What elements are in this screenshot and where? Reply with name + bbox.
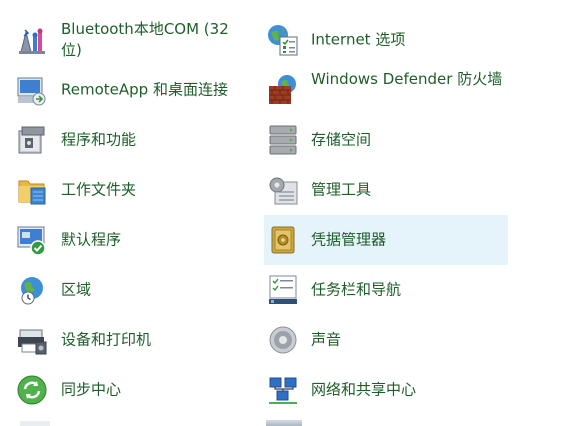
credential-manager-icon (267, 224, 299, 256)
item-sync-center[interactable]: 同步中心 (0, 365, 250, 415)
item-administrative-tools[interactable]: 管理工具 (264, 165, 508, 215)
region-icon (16, 274, 48, 306)
item-label: Windows Defender 防火墙 (311, 70, 503, 88)
item-label: 同步中心 (61, 380, 122, 399)
item-label: 默认程序 (61, 230, 122, 249)
item-label: 设备和打印机 (61, 330, 152, 349)
item-work-folders[interactable]: 工作文件夹 (0, 165, 250, 215)
sound-icon (267, 324, 299, 356)
partial-next-item-icon (266, 420, 302, 426)
item-internet-options[interactable]: Internet 选项 (264, 15, 508, 65)
admin-tools-icon (267, 174, 299, 206)
work-folders-icon (16, 174, 48, 206)
control-panel-items: Bluetooth本地COM (32位) Internet 选项 RemoteA… (0, 0, 586, 426)
item-label: 工作文件夹 (61, 180, 137, 199)
firewall-icon (267, 74, 299, 106)
bluetooth-com-icon (16, 24, 48, 56)
item-sound[interactable]: 声音 (264, 315, 508, 365)
item-label: 程序和功能 (61, 130, 137, 149)
item-default-programs[interactable]: 默认程序 (0, 215, 250, 265)
taskbar-icon (267, 274, 299, 306)
item-label: 区域 (61, 280, 92, 299)
item-windows-defender-firewall[interactable]: Windows Defender 防火墙 (264, 65, 508, 115)
storage-spaces-icon (267, 124, 299, 156)
partial-next-item-icon-left (20, 421, 50, 426)
item-devices-and-printers[interactable]: 设备和打印机 (0, 315, 250, 365)
remoteapp-icon (16, 74, 48, 106)
default-programs-icon (16, 224, 48, 256)
network-sharing-icon (267, 374, 299, 406)
item-label: 任务栏和导航 (311, 280, 402, 299)
item-label: RemoteApp 和桌面连接 (61, 80, 228, 99)
item-remoteapp[interactable]: RemoteApp 和桌面连接 (0, 65, 250, 115)
item-label: Internet 选项 (311, 30, 406, 49)
item-label: 网络和共享中心 (311, 380, 417, 399)
item-bluetooth-com[interactable]: Bluetooth本地COM (32位) (0, 15, 250, 65)
sync-center-icon (16, 374, 48, 406)
devices-printers-icon (16, 324, 48, 356)
item-region[interactable]: 区域 (0, 265, 250, 315)
internet-options-icon (267, 24, 299, 56)
item-label: 存储空间 (311, 130, 372, 149)
item-storage-spaces[interactable]: 存储空间 (264, 115, 508, 165)
item-label: 声音 (311, 330, 342, 349)
item-label: 凭据管理器 (311, 230, 387, 249)
item-network-and-sharing-center[interactable]: 网络和共享中心 (264, 365, 508, 415)
item-label: Bluetooth本地COM (32位) (61, 20, 229, 59)
item-label: 管理工具 (311, 180, 372, 199)
item-taskbar-and-navigation[interactable]: 任务栏和导航 (264, 265, 508, 315)
item-programs-and-features[interactable]: 程序和功能 (0, 115, 250, 165)
programs-icon (16, 124, 48, 156)
item-credential-manager[interactable]: 凭据管理器 (264, 215, 508, 265)
